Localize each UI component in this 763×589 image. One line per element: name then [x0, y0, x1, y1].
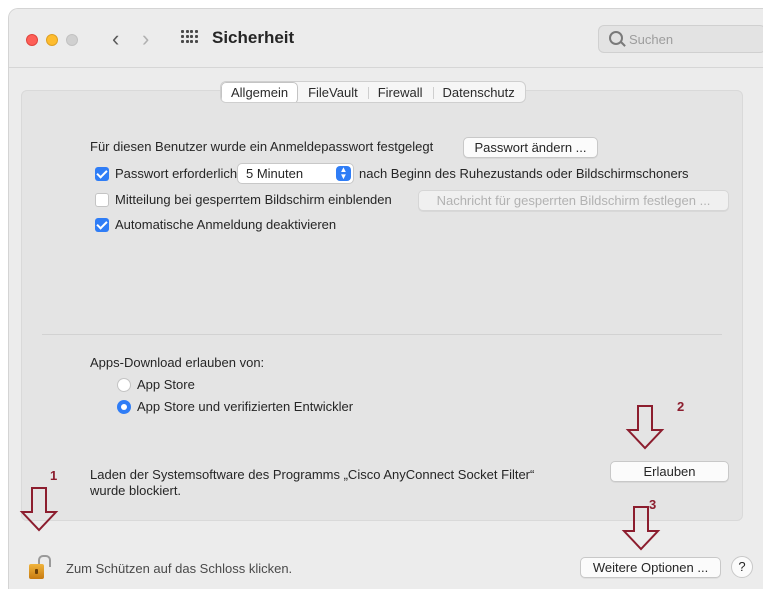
tab-firewall[interactable]: Firewall	[367, 82, 433, 102]
tab-allgemein[interactable]: Allgemein	[221, 82, 299, 102]
annotation-number-1: 1	[50, 468, 58, 483]
zoom-window-button[interactable]	[66, 34, 78, 46]
close-window-button[interactable]	[26, 34, 38, 46]
lock-icon[interactable]	[29, 555, 51, 580]
search-field[interactable]: Suchen	[598, 25, 763, 53]
tab-bar: Allgemein FileVault Firewall Datenschutz	[220, 81, 526, 103]
radio-app-store-label: App Store	[137, 377, 195, 392]
blocked-software-text-line1: Laden der Systemsoftware des Programms „…	[90, 467, 535, 482]
forward-icon[interactable]: ›	[142, 26, 149, 52]
more-options-button[interactable]: Weitere Optionen ...	[580, 557, 721, 578]
tab-filevault[interactable]: FileVault	[298, 82, 368, 102]
help-button[interactable]: ?	[731, 556, 753, 578]
annotation-number-3: 3	[649, 497, 657, 512]
disable-auto-login-checkbox[interactable]	[95, 218, 109, 232]
back-icon[interactable]: ‹	[112, 26, 119, 52]
search-icon	[609, 31, 623, 45]
require-password-label: Passwort erforderlich	[115, 166, 238, 181]
tab-datenschutz[interactable]: Datenschutz	[432, 82, 525, 102]
chevron-updown-icon: ▲ ▼	[336, 166, 351, 181]
search-placeholder: Suchen	[629, 32, 674, 47]
require-password-checkbox[interactable]	[95, 167, 109, 181]
password-delay-select[interactable]: 5 Minuten ▲ ▼	[237, 163, 354, 184]
title-bar: ‹ › Sicherheit Suchen	[9, 9, 763, 68]
annotation-arrow-down-icon	[17, 486, 61, 532]
annotation-arrow-down-icon	[619, 505, 663, 551]
annotation-arrow-down-icon	[623, 404, 667, 450]
password-delay-value: 5 Minuten	[246, 166, 304, 181]
password-info-text: Für diesen Benutzer wurde ein Anmeldepas…	[90, 139, 434, 154]
password-delay-suffix: nach Beginn des Ruhezustands oder Bildsc…	[359, 166, 689, 181]
blocked-software-text-line2: wurde blockiert.	[90, 483, 182, 498]
settings-panel	[21, 90, 743, 521]
radio-app-store[interactable]	[117, 378, 131, 392]
minimize-window-button[interactable]	[46, 34, 58, 46]
disable-auto-login-label: Automatische Anmeldung deaktivieren	[115, 217, 337, 232]
allow-button[interactable]: Erlauben	[610, 461, 729, 482]
lock-message-label: Mitteilung bei gesperrtem Bildschirm ein…	[115, 192, 392, 207]
section-divider	[42, 334, 722, 335]
show-all-grid-icon[interactable]	[181, 30, 198, 44]
window-title: Sicherheit	[212, 28, 295, 47]
change-password-button[interactable]: Passwort ändern ...	[463, 137, 598, 158]
apps-download-heading: Apps-Download erlauben von:	[90, 355, 265, 370]
radio-app-store-verified[interactable]	[117, 400, 131, 414]
set-lock-message-button[interactable]: Nachricht für gesperrten Bildschirm fest…	[418, 190, 729, 211]
lock-hint-text: Zum Schützen auf das Schloss klicken.	[66, 561, 293, 576]
annotation-number-2: 2	[677, 399, 685, 414]
lock-message-checkbox[interactable]	[95, 193, 109, 207]
radio-app-store-verified-label: App Store und verifizierten Entwickler	[137, 399, 354, 414]
